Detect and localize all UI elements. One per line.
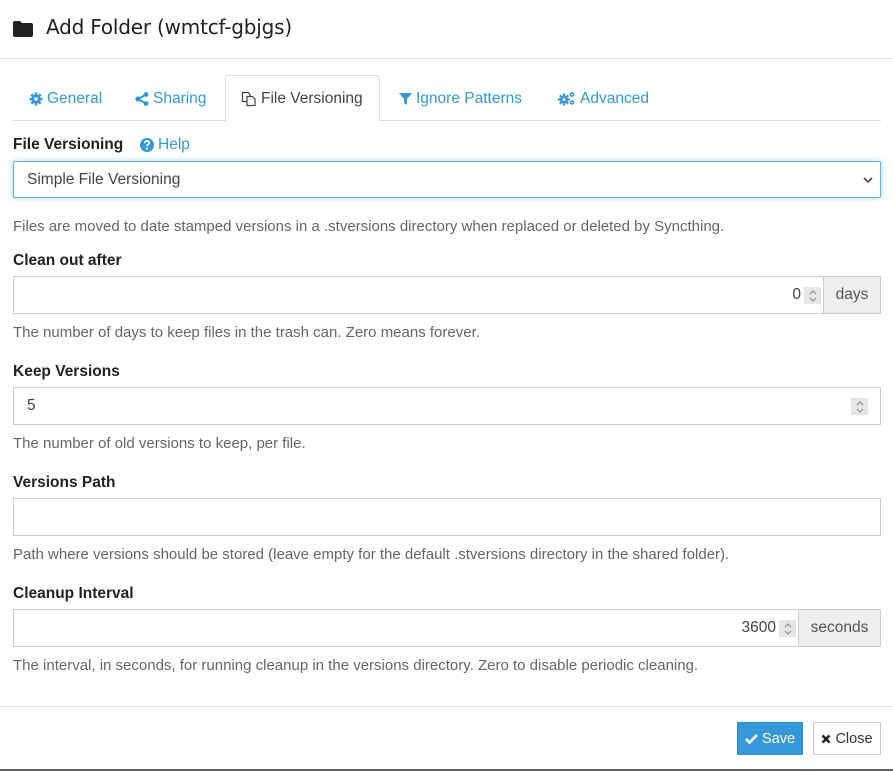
tab-file-versioning[interactable]: File Versioning (225, 75, 380, 122)
keep-versions-help: The number of old versions to keep, per … (13, 435, 306, 452)
clean-out-input[interactable]: 0 (13, 276, 824, 314)
tab-bar: General Sharing File Versioning Ignore P… (13, 75, 881, 122)
modal-title: Add Folder (wmtcf-gbjgs) (46, 15, 292, 39)
chevron-down-icon (863, 177, 873, 184)
keep-versions-input[interactable]: 5 (13, 387, 881, 425)
seconds-addon: seconds (799, 609, 881, 647)
tab-advanced[interactable]: Advanced (542, 75, 665, 121)
clean-out-value: 0 (792, 286, 801, 303)
folder-icon (13, 21, 33, 37)
spinner-arrows-icon (809, 289, 816, 302)
versioning-type-select[interactable]: Simple File Versioning (13, 161, 881, 198)
cleanup-interval-input[interactable]: 3600 (13, 609, 799, 647)
modal-header: Add Folder (wmtcf-gbjgs) (0, 0, 893, 59)
copy-icon (241, 91, 256, 106)
tab-general-label: General (47, 89, 103, 107)
clean-out-help: The number of days to keep files in the … (13, 324, 480, 341)
save-label: Save (761, 730, 796, 747)
save-button[interactable]: Save (737, 722, 803, 755)
clean-out-spinner[interactable] (804, 287, 821, 304)
tab-ignore-patterns-label: Ignore Patterns (416, 89, 522, 107)
cleanup-interval-help: The interval, in seconds, for running cl… (13, 657, 699, 674)
spinner-arrows-icon (856, 400, 863, 413)
versioning-description: Files are moved to date stamped versions… (13, 218, 725, 235)
tab-general[interactable]: General (13, 75, 118, 121)
tab-file-versioning-label: File Versioning (261, 89, 363, 107)
tab-sharing-label: Sharing (153, 89, 207, 107)
check-icon (745, 734, 758, 744)
tab-sharing[interactable]: Sharing (119, 75, 222, 121)
close-icon (822, 734, 831, 743)
close-label: Close (835, 730, 873, 747)
days-addon: days (824, 276, 881, 314)
clean-out-label: Clean out after (13, 252, 122, 269)
gears-icon (558, 92, 575, 106)
file-versioning-label: File Versioning (13, 136, 124, 153)
cleanup-interval-spinner[interactable] (779, 620, 796, 637)
question-circle-icon (140, 138, 154, 152)
filter-icon (399, 92, 412, 105)
versioning-type-value: Simple File Versioning (27, 170, 181, 188)
share-icon (135, 91, 149, 106)
versions-path-input[interactable] (13, 498, 881, 536)
tab-ignore-patterns[interactable]: Ignore Patterns (383, 75, 538, 121)
close-button[interactable]: Close (813, 722, 881, 755)
versions-path-help: Path where versions should be stored (le… (13, 546, 730, 563)
cleanup-interval-label: Cleanup Interval (13, 585, 134, 602)
tab-advanced-label: Advanced (580, 89, 649, 107)
gear-icon (29, 92, 43, 105)
keep-versions-spinner[interactable] (851, 398, 868, 415)
spinner-arrows-icon (784, 622, 791, 635)
keep-versions-value: 5 (27, 397, 36, 414)
keep-versions-label: Keep Versions (13, 363, 120, 380)
versions-path-label: Versions Path (13, 474, 116, 491)
cleanup-interval-value: 3600 (741, 619, 776, 636)
help-link-label: Help (158, 136, 190, 153)
help-link[interactable]: Help (140, 136, 190, 154)
